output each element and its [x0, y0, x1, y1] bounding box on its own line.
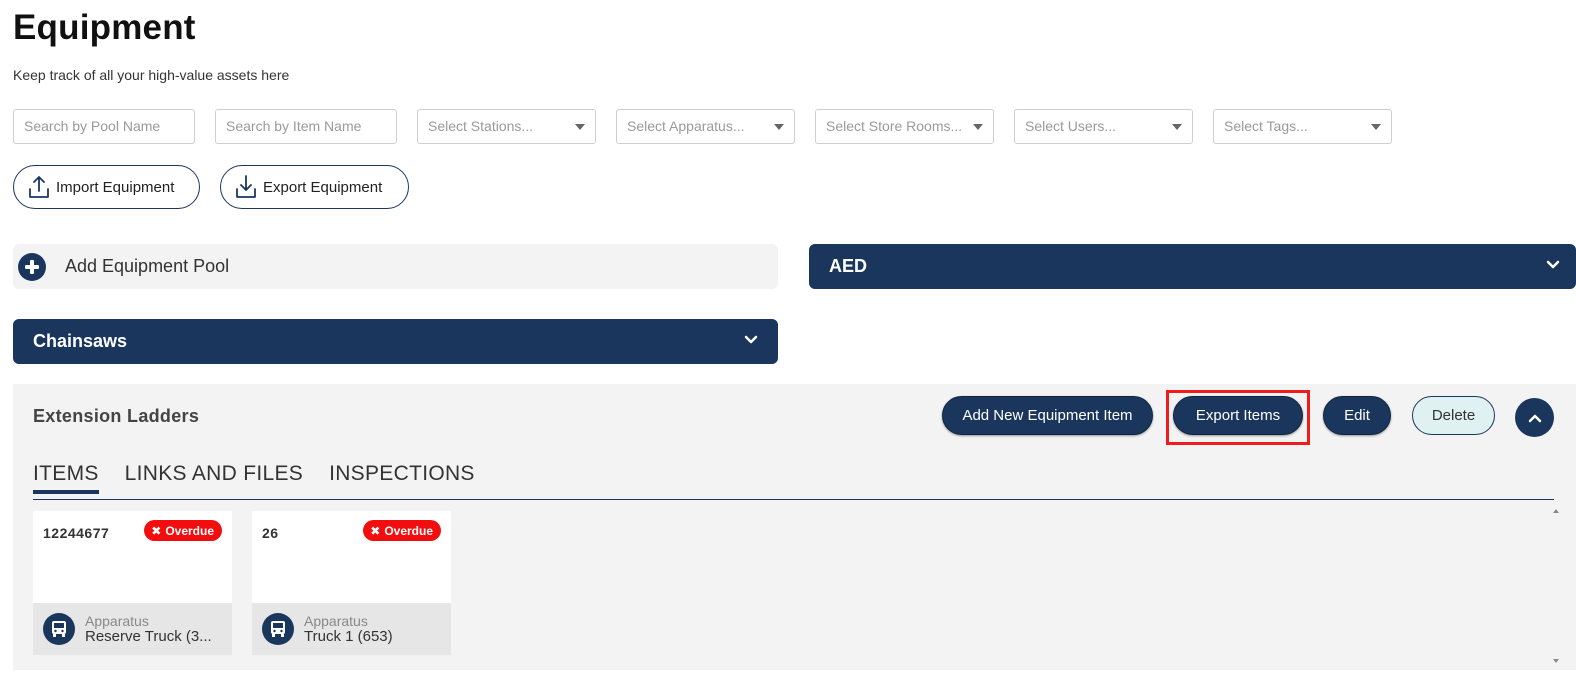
- panel-title: Extension Ladders: [33, 406, 200, 426]
- delete-button[interactable]: Delete: [1412, 396, 1495, 435]
- upload-icon: [29, 176, 49, 198]
- truck-icon: [43, 613, 75, 645]
- store-rooms-select-text: Select Store Rooms...: [826, 118, 963, 134]
- location-type: Apparatus: [85, 613, 149, 629]
- apparatus-select[interactable]: Select Apparatus...: [616, 109, 795, 144]
- import-equipment-button[interactable]: Import Equipment: [13, 165, 200, 209]
- pool-chainsaws-label: Chainsaws: [33, 331, 128, 351]
- apparatus-select-text: Select Apparatus...: [627, 118, 745, 134]
- status-text: Overdue: [165, 523, 214, 538]
- stations-select[interactable]: Select Stations...: [417, 109, 596, 144]
- pool-chainsaws[interactable]: Chainsaws: [13, 319, 778, 364]
- item-location: Apparatus Truck 1 (653): [252, 603, 451, 655]
- x-icon: ✖: [370, 523, 381, 538]
- item-search-input[interactable]: [226, 118, 386, 134]
- page-title: Equipment: [13, 8, 196, 47]
- export-equipment-button[interactable]: Export Equipment: [220, 165, 409, 209]
- export-equipment-label: Export Equipment: [263, 178, 383, 196]
- export-items-button[interactable]: Export Items: [1173, 396, 1303, 435]
- download-icon: [236, 175, 256, 198]
- edit-button[interactable]: Edit: [1323, 396, 1391, 435]
- tab-inspections[interactable]: INSPECTIONS: [329, 462, 475, 494]
- location-name: Reserve Truck (3...: [85, 628, 212, 645]
- item-id: 12244677: [43, 525, 110, 541]
- caret-down-icon: [1172, 124, 1182, 130]
- item-search-field[interactable]: [215, 109, 397, 144]
- status-text: Overdue: [384, 523, 433, 538]
- users-select-text: Select Users...: [1025, 118, 1117, 134]
- location-name: Truck 1 (653): [304, 628, 393, 645]
- status-badge: ✖ Overdue: [144, 520, 222, 541]
- equipment-item-card[interactable]: 12244677 ✖ Overdue Apparatus Reserve Tru…: [33, 511, 232, 655]
- caret-down-icon: [774, 124, 784, 130]
- caret-down-icon: [1371, 124, 1381, 130]
- scrollbar[interactable]: [1550, 506, 1562, 666]
- chevron-down-icon: [1546, 260, 1560, 269]
- chevron-up-icon: [1528, 414, 1541, 422]
- add-equipment-pool-label: Add Equipment Pool: [65, 256, 230, 276]
- page-subtitle: Keep track of all your high-value assets…: [13, 67, 290, 83]
- tags-select[interactable]: Select Tags...: [1213, 109, 1392, 144]
- tab-items[interactable]: ITEMS: [33, 462, 99, 494]
- pool-aed[interactable]: AED: [809, 244, 1576, 289]
- collapse-button[interactable]: [1515, 398, 1554, 437]
- store-rooms-select[interactable]: Select Store Rooms...: [815, 109, 994, 144]
- caret-down-icon: [575, 124, 585, 130]
- item-id: 26: [262, 525, 279, 541]
- scroll-down-icon[interactable]: [1553, 659, 1559, 663]
- truck-icon: [262, 613, 294, 645]
- plus-circle-icon: [18, 252, 46, 281]
- chevron-down-icon: [744, 335, 758, 344]
- location-type: Apparatus: [304, 613, 368, 629]
- add-new-equipment-item-button[interactable]: Add New Equipment Item: [942, 396, 1153, 435]
- import-equipment-label: Import Equipment: [56, 178, 175, 196]
- tab-links-and-files[interactable]: LINKS AND FILES: [125, 462, 303, 494]
- panel-tabs: ITEMS LINKS AND FILES INSPECTIONS: [33, 462, 501, 494]
- pool-search-field[interactable]: [13, 109, 195, 144]
- add-equipment-pool-button[interactable]: Add Equipment Pool: [13, 244, 778, 289]
- tags-select-text: Select Tags...: [1224, 118, 1308, 134]
- users-select[interactable]: Select Users...: [1014, 109, 1193, 144]
- item-location: Apparatus Reserve Truck (3...: [33, 603, 232, 655]
- caret-down-icon: [973, 124, 983, 130]
- status-badge: ✖ Overdue: [363, 520, 441, 541]
- pool-aed-label: AED: [829, 256, 868, 276]
- pool-extension-ladders-panel: Extension Ladders Add New Equipment Item…: [13, 384, 1576, 670]
- equipment-item-card[interactable]: 26 ✖ Overdue Apparatus Truck 1 (653): [252, 511, 451, 655]
- scroll-up-icon[interactable]: [1553, 509, 1559, 513]
- tab-divider: [33, 499, 1554, 500]
- pool-search-input[interactable]: [24, 118, 184, 134]
- stations-select-text: Select Stations...: [428, 118, 534, 134]
- x-icon: ✖: [151, 523, 162, 538]
